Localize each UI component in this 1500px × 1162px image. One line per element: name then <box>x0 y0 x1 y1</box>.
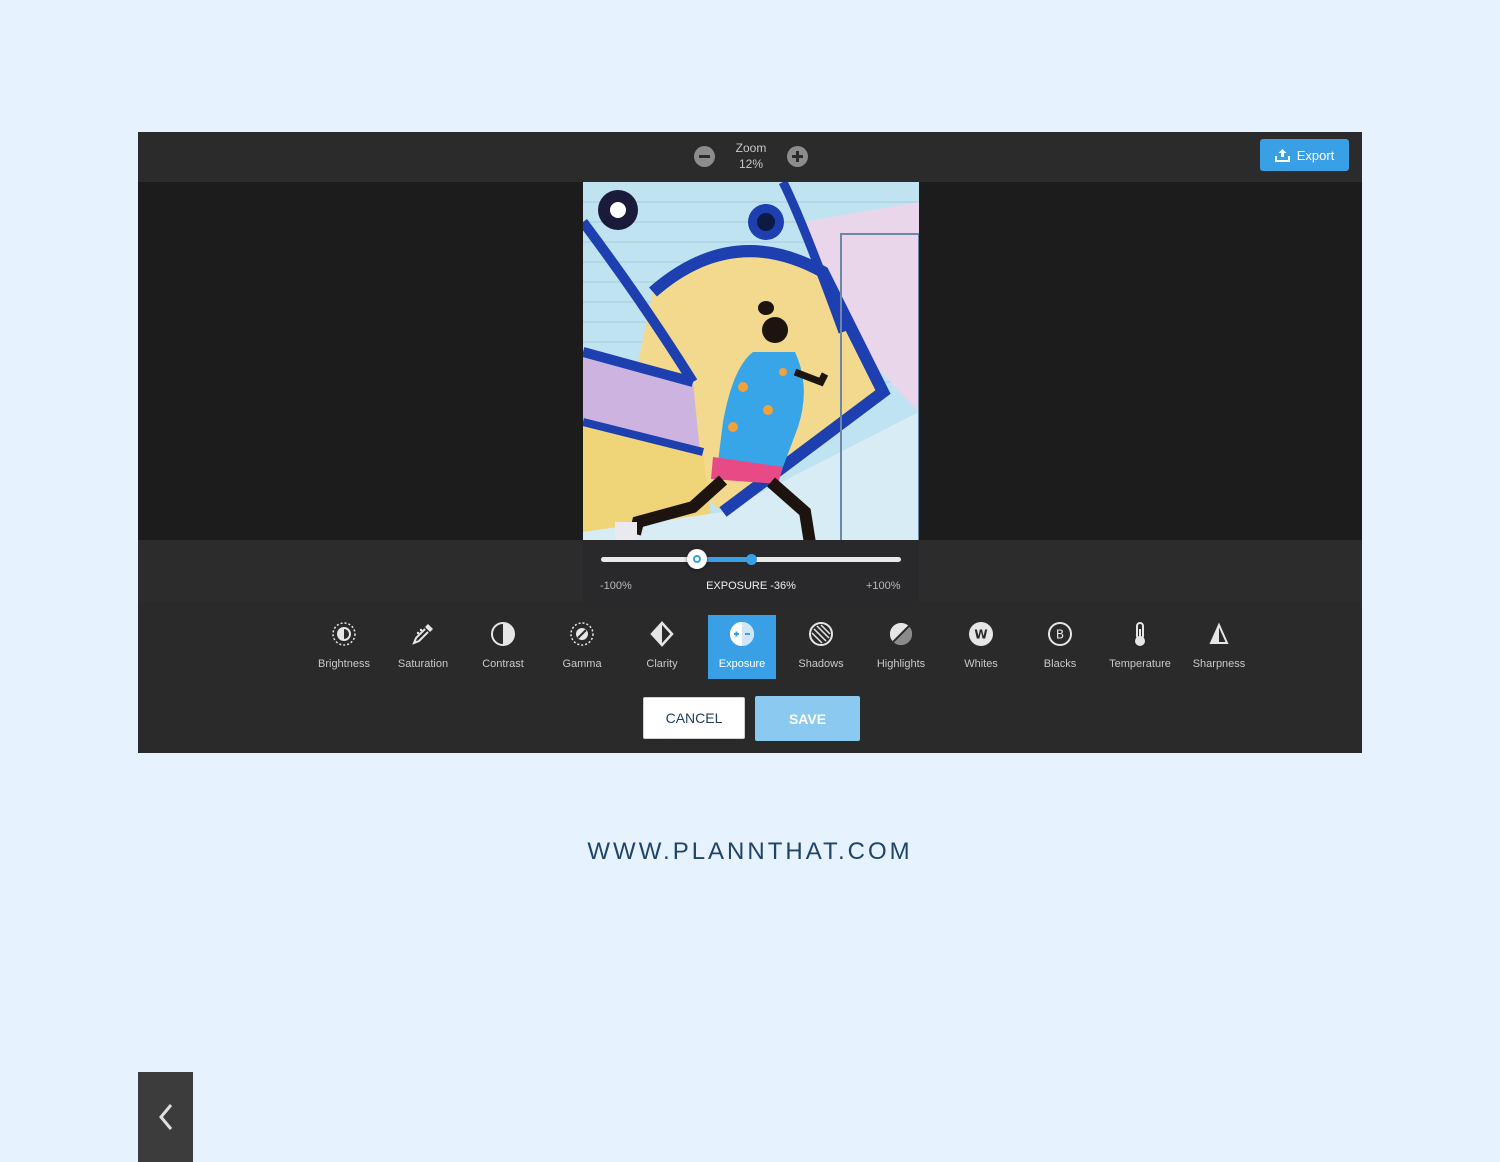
sharpness-icon <box>1209 622 1229 644</box>
exposure-icon <box>730 622 754 646</box>
brightness-icon <box>332 622 356 646</box>
slider-min-label: -100% <box>600 580 632 592</box>
plus-icon <box>792 151 803 162</box>
tool-label: Blacks <box>1043 658 1077 670</box>
upload-icon <box>1274 149 1290 162</box>
photo-preview <box>583 182 919 602</box>
adjustment-tools: Brightness Saturation Contrast Gamma Cla… <box>138 602 1362 1162</box>
tool-contrast[interactable]: Contrast <box>468 615 538 679</box>
zoom-out-button[interactable] <box>694 146 715 167</box>
tool-highlights[interactable]: Highlights <box>866 615 936 679</box>
tool-sharpness[interactable]: Sharpness <box>1184 615 1254 679</box>
footer-url: WWW.PLANNTHAT.COM <box>587 838 913 865</box>
blacks-icon: B <box>1048 622 1072 646</box>
tool-label: Exposure <box>718 658 766 670</box>
back-button[interactable] <box>138 1072 193 1162</box>
tool-label: Gamma <box>562 658 602 670</box>
tool-temperature[interactable]: Temperature <box>1105 615 1175 679</box>
highlights-icon <box>889 622 913 646</box>
slider-center-marker <box>746 554 757 565</box>
slider-overlay <box>583 540 919 602</box>
thermometer-icon <box>1135 622 1145 646</box>
exposure-slider-thumb[interactable] <box>687 549 707 569</box>
save-button[interactable]: SAVE <box>755 696 860 741</box>
tool-label: Whites <box>964 658 998 670</box>
zoom-label: Zoom <box>735 141 767 155</box>
tool-label: Sharpness <box>1192 658 1246 670</box>
contrast-icon <box>491 622 515 646</box>
export-button[interactable]: Export <box>1260 139 1349 171</box>
gamma-icon <box>570 622 594 646</box>
photo-editor: Zoom 12% Export -100% EXPOSURE -36% +100… <box>138 132 1362 1162</box>
shadows-icon <box>809 622 833 646</box>
tool-saturation[interactable]: Saturation <box>388 615 458 679</box>
whites-glyph: W <box>974 628 987 642</box>
tool-blacks[interactable]: B Blacks <box>1025 615 1095 679</box>
slider-max-label: +100% <box>866 580 901 592</box>
whites-icon: W <box>969 622 993 646</box>
chevron-left-icon <box>158 1104 172 1130</box>
tool-label: Clarity <box>646 658 678 670</box>
tool-label: Brightness <box>318 658 370 670</box>
tool-label: Highlights <box>876 658 926 670</box>
tool-shadows[interactable]: Shadows <box>786 615 856 679</box>
top-toolbar: Zoom 12% Export <box>138 132 1362 182</box>
photo-image <box>583 182 919 602</box>
blacks-glyph: B <box>1056 628 1064 642</box>
zoom-indicator: Zoom 12% <box>721 140 781 172</box>
zoom-value: 12% <box>738 157 764 171</box>
tool-label: Temperature <box>1109 658 1171 670</box>
export-label: Export <box>1296 147 1335 163</box>
slider-value-label: EXPOSURE -36% <box>706 580 796 592</box>
cancel-button[interactable]: CANCEL <box>643 697 745 739</box>
clarity-icon <box>650 621 674 647</box>
zoom-in-button[interactable] <box>787 146 808 167</box>
tool-label: Shadows <box>798 658 844 670</box>
minus-icon <box>699 155 710 158</box>
tool-brightness[interactable]: Brightness <box>309 615 379 679</box>
tool-label: Contrast <box>482 658 524 670</box>
tool-whites[interactable]: W Whites <box>946 615 1016 679</box>
tool-exposure[interactable]: Exposure <box>708 615 776 679</box>
tool-gamma[interactable]: Gamma <box>547 615 617 679</box>
tool-clarity[interactable]: Clarity <box>627 615 697 679</box>
tool-label: Saturation <box>397 658 449 670</box>
dropper-icon <box>412 624 433 645</box>
